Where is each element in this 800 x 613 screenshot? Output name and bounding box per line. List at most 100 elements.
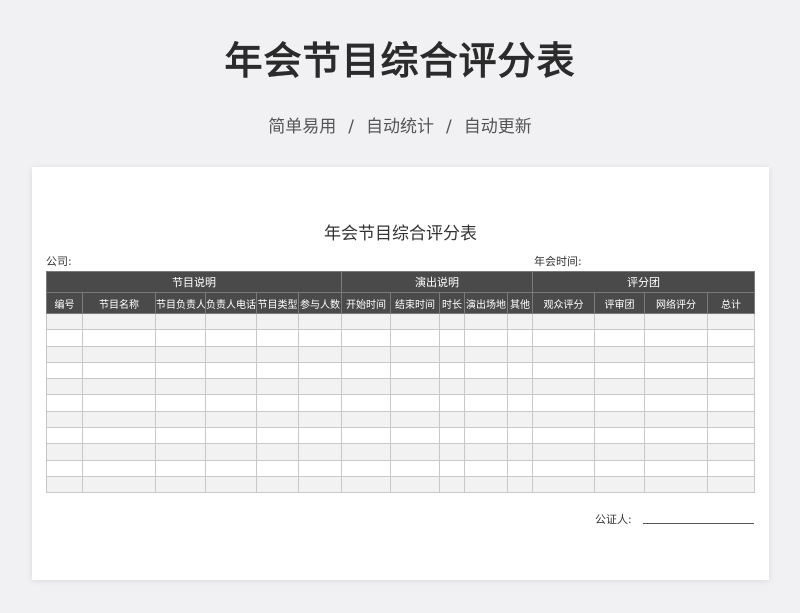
table-cell[interactable] [644,427,708,445]
table-cell[interactable] [644,329,708,347]
table-cell[interactable] [155,394,206,412]
table-cell[interactable] [205,427,257,445]
table-cell[interactable] [46,443,83,461]
table-cell[interactable] [439,394,465,412]
table-cell[interactable] [507,475,533,494]
table-cell[interactable] [390,427,440,445]
table-cell[interactable] [82,361,156,380]
table-cell[interactable] [256,443,299,461]
table-cell[interactable] [439,329,465,347]
table-cell[interactable] [341,410,391,429]
table-cell[interactable] [298,459,342,477]
table-cell[interactable] [644,378,708,396]
table-cell[interactable] [155,410,206,429]
table-cell[interactable] [205,361,257,380]
table-cell[interactable] [439,475,465,494]
table-cell[interactable] [532,394,595,412]
table-cell[interactable] [507,410,533,429]
table-cell[interactable] [205,329,257,347]
table-cell[interactable] [155,312,206,331]
table-cell[interactable] [390,410,440,429]
table-cell[interactable] [46,475,83,494]
table-cell[interactable] [464,312,508,331]
table-cell[interactable] [298,345,342,363]
table-cell[interactable] [532,345,595,363]
table-cell[interactable] [341,475,391,494]
table-cell[interactable] [341,427,391,445]
table-cell[interactable] [82,312,156,331]
table-cell[interactable] [256,378,299,396]
table-cell[interactable] [507,394,533,412]
table-cell[interactable] [644,459,708,477]
table-cell[interactable] [341,329,391,347]
table-cell[interactable] [82,410,156,429]
table-cell[interactable] [205,312,257,331]
table-cell[interactable] [464,345,508,363]
table-cell[interactable] [46,361,83,380]
table-cell[interactable] [155,443,206,461]
table-cell[interactable] [439,427,465,445]
table-cell[interactable] [707,427,755,445]
table-cell[interactable] [464,459,508,477]
table-cell[interactable] [341,394,391,412]
table-cell[interactable] [390,475,440,494]
table-cell[interactable] [532,361,595,380]
table-cell[interactable] [82,459,156,477]
table-cell[interactable] [205,443,257,461]
table-cell[interactable] [155,345,206,363]
table-cell[interactable] [298,394,342,412]
table-cell[interactable] [298,378,342,396]
table-cell[interactable] [205,394,257,412]
table-cell[interactable] [82,427,156,445]
table-cell[interactable] [390,361,440,380]
table-cell[interactable] [155,459,206,477]
table-cell[interactable] [298,329,342,347]
table-cell[interactable] [439,361,465,380]
table-cell[interactable] [341,378,391,396]
table-cell[interactable] [390,345,440,363]
table-cell[interactable] [644,394,708,412]
table-cell[interactable] [464,394,508,412]
table-cell[interactable] [464,361,508,380]
table-cell[interactable] [532,329,595,347]
table-cell[interactable] [298,427,342,445]
table-cell[interactable] [644,312,708,331]
table-cell[interactable] [46,427,83,445]
table-cell[interactable] [507,443,533,461]
table-cell[interactable] [341,443,391,461]
notary-signature-line[interactable] [643,523,754,524]
table-cell[interactable] [439,345,465,363]
table-cell[interactable] [256,345,299,363]
table-cell[interactable] [155,361,206,380]
table-cell[interactable] [205,459,257,477]
table-cell[interactable] [439,378,465,396]
table-cell[interactable] [46,378,83,396]
table-cell[interactable] [390,329,440,347]
table-cell[interactable] [256,361,299,380]
table-cell[interactable] [390,312,440,331]
table-cell[interactable] [256,475,299,494]
table-cell[interactable] [707,345,755,363]
table-cell[interactable] [341,361,391,380]
table-cell[interactable] [644,475,708,494]
table-cell[interactable] [439,312,465,331]
table-cell[interactable] [46,329,83,347]
table-cell[interactable] [707,361,755,380]
table-cell[interactable] [594,361,645,380]
table-cell[interactable] [390,459,440,477]
table-cell[interactable] [82,394,156,412]
table-cell[interactable] [46,345,83,363]
table-cell[interactable] [644,410,708,429]
table-cell[interactable] [594,345,645,363]
table-cell[interactable] [298,361,342,380]
table-cell[interactable] [507,378,533,396]
table-cell[interactable] [507,459,533,477]
table-cell[interactable] [594,475,645,494]
table-cell[interactable] [594,443,645,461]
table-cell[interactable] [594,312,645,331]
table-cell[interactable] [464,410,508,429]
table-cell[interactable] [594,329,645,347]
table-cell[interactable] [464,427,508,445]
table-cell[interactable] [644,443,708,461]
table-cell[interactable] [390,394,440,412]
